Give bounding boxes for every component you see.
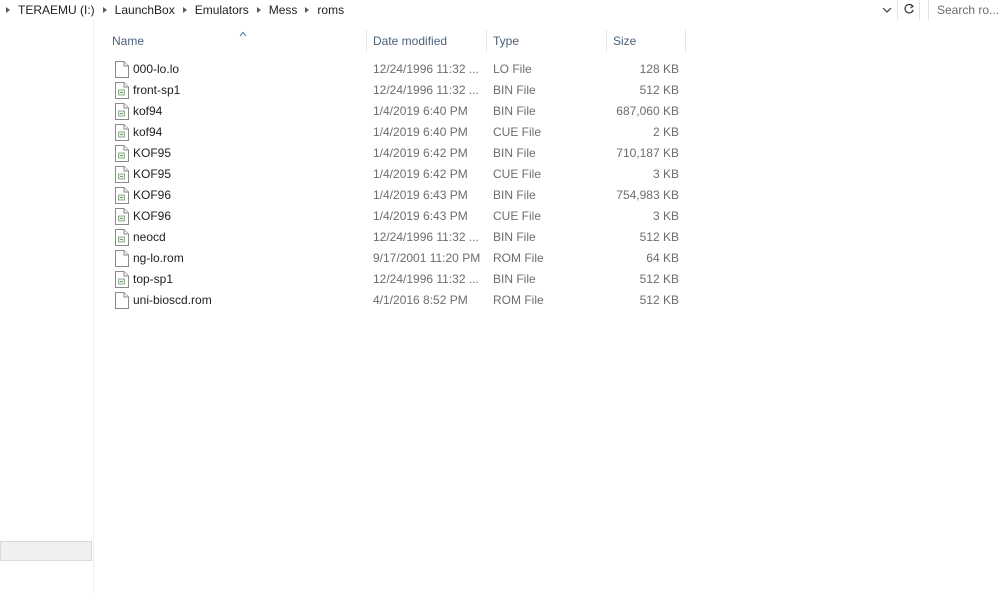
table-row[interactable]: top-sp1 12/24/1996 11:32 ... BIN File 512 K… (106, 269, 686, 290)
data-file-icon (115, 103, 129, 120)
file-size: 64 KB (646, 251, 679, 265)
blank-file-icon (115, 250, 129, 267)
column-header-date-modified[interactable]: Date modified (367, 30, 487, 52)
search-input[interactable]: Search ro... (928, 0, 1006, 20)
file-type: BIN File (493, 146, 536, 160)
file-type: BIN File (493, 83, 536, 97)
file-type: CUE File (493, 167, 542, 181)
file-type: LO File (493, 62, 532, 76)
breadcrumb-item-roms[interactable]: roms (315, 0, 346, 20)
data-file-icon (115, 187, 129, 204)
file-size: 754,983 KB (616, 188, 679, 202)
column-header-row: Name Date modified Type Size (106, 30, 686, 52)
blank-file-icon (115, 61, 129, 78)
file-name: top-sp1 (133, 272, 174, 286)
file-name: KOF96 (133, 188, 172, 202)
data-file-icon (115, 124, 129, 141)
file-date-modified: 1/4/2019 6:42 PM (373, 146, 468, 160)
data-file-icon (115, 271, 129, 288)
file-name: kof94 (133, 125, 163, 139)
file-size: 128 KB (639, 62, 679, 76)
file-size: 2 KB (652, 125, 679, 139)
file-type: BIN File (493, 188, 536, 202)
file-date-modified: 12/24/1996 11:32 ... (373, 272, 479, 286)
column-header-name[interactable]: Name (106, 30, 367, 52)
file-type: BIN File (493, 230, 536, 244)
file-name: kof94 (133, 104, 163, 118)
file-type: CUE File (493, 125, 542, 139)
table-row[interactable]: KOF95 1/4/2019 6:42 PM CUE File 3 KB (106, 164, 686, 185)
table-row[interactable]: neocd 12/24/1996 11:32 ... BIN File 512 KB (106, 227, 686, 248)
chevron-right-icon[interactable] (0, 0, 16, 20)
refresh-icon (903, 3, 915, 18)
file-date-modified: 1/4/2019 6:43 PM (373, 188, 468, 202)
chevron-right-icon[interactable] (177, 0, 193, 20)
table-row[interactable]: KOF96 1/4/2019 6:43 PM CUE File 3 KB (106, 206, 686, 227)
file-size: 512 KB (639, 272, 679, 286)
file-date-modified: 12/24/1996 11:32 ... (373, 83, 479, 97)
file-name: KOF95 (133, 167, 172, 181)
table-row[interactable]: uni-bioscd.rom 4/1/2016 8:52 PM ROM File 51… (106, 290, 686, 311)
file-date-modified: 12/24/1996 11:32 ... (373, 230, 479, 244)
column-header-type[interactable]: Type (487, 30, 607, 52)
table-row[interactable]: KOF96 1/4/2019 6:43 PM BIN File 754,983 KB (106, 185, 686, 206)
file-name: KOF95 (133, 146, 172, 160)
file-date-modified: 4/1/2016 8:52 PM (373, 293, 468, 307)
file-name: KOF96 (133, 209, 172, 223)
refresh-button[interactable] (898, 0, 920, 20)
file-name: 000-lo.lo (133, 62, 180, 76)
horizontal-scrollbar[interactable] (0, 541, 92, 561)
data-file-icon (115, 82, 129, 99)
table-row[interactable]: kof94 1/4/2019 6:40 PM CUE File 2 KB (106, 122, 686, 143)
file-rows: 000-lo.lo 12/24/1996 11:32 ... LO File 128 … (106, 59, 686, 311)
file-date-modified: 1/4/2019 6:40 PM (373, 104, 468, 118)
file-size: 710,187 KB (616, 146, 679, 160)
file-type: CUE File (493, 209, 542, 223)
file-size: 512 KB (639, 293, 679, 307)
file-name: front-sp1 (133, 83, 181, 97)
table-row[interactable]: front-sp1 12/24/1996 11:32 ... BIN File 512… (106, 80, 686, 101)
data-file-icon (115, 145, 129, 162)
address-bar: TERAEMU (I:) LaunchBox Emulators Mess ro… (0, 0, 1006, 20)
table-row[interactable]: KOF95 1/4/2019 6:42 PM BIN File 710,187 KB (106, 143, 686, 164)
data-file-icon (115, 229, 129, 246)
file-name: neocd (133, 230, 166, 244)
file-size: 687,060 KB (616, 104, 679, 118)
file-type: BIN File (493, 104, 536, 118)
breadcrumb-item-launchbox[interactable]: LaunchBox (113, 0, 177, 20)
blank-file-icon (115, 292, 129, 309)
file-type: BIN File (493, 272, 536, 286)
file-date-modified: 9/17/2001 11:20 PM (373, 251, 481, 265)
table-row[interactable]: ng-lo.rom 9/17/2001 11:20 PM ROM File 64 KB (106, 248, 686, 269)
file-size: 512 KB (639, 230, 679, 244)
file-name: uni-bioscd.rom (133, 293, 212, 307)
column-header-size[interactable]: Size (607, 30, 686, 52)
chevron-right-icon[interactable] (299, 0, 315, 20)
file-name: ng-lo.rom (133, 251, 184, 265)
data-file-icon (115, 208, 129, 225)
file-size: 3 KB (652, 209, 679, 223)
chevron-down-icon[interactable] (879, 0, 895, 20)
file-size: 512 KB (639, 83, 679, 97)
breadcrumb-item-emulators[interactable]: Emulators (193, 0, 251, 20)
chevron-right-icon[interactable] (97, 0, 113, 20)
file-date-modified: 12/24/1996 11:32 ... (373, 62, 479, 76)
breadcrumb[interactable]: TERAEMU (I:) LaunchBox Emulators Mess ro… (0, 0, 898, 20)
breadcrumb-item-drive[interactable]: TERAEMU (I:) (16, 0, 97, 20)
table-row[interactable]: kof94 1/4/2019 6:40 PM BIN File 687,060 KB (106, 101, 686, 122)
navigation-pane[interactable] (0, 20, 94, 594)
chevron-right-icon[interactable] (251, 0, 267, 20)
file-date-modified: 1/4/2019 6:43 PM (373, 209, 468, 223)
file-type: ROM File (493, 293, 544, 307)
data-file-icon (115, 166, 129, 183)
table-row[interactable]: 000-lo.lo 12/24/1996 11:32 ... LO File 128 … (106, 59, 686, 80)
file-date-modified: 1/4/2019 6:40 PM (373, 125, 468, 139)
file-date-modified: 1/4/2019 6:42 PM (373, 167, 468, 181)
breadcrumb-item-mess[interactable]: Mess (267, 0, 300, 20)
file-type: ROM File (493, 251, 544, 265)
file-list: Name Date modified Type Size 000-lo.lo 12… (94, 20, 1006, 594)
file-size: 3 KB (652, 167, 679, 181)
